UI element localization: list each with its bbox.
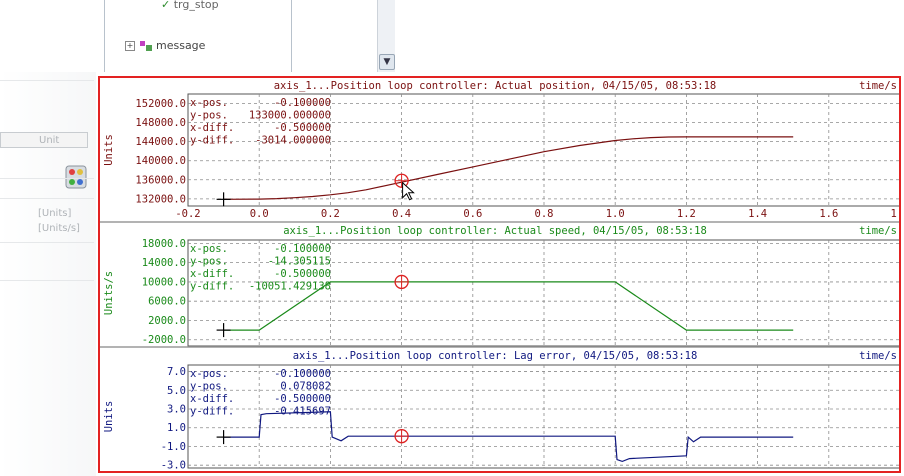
unit-label: [Units] — [38, 208, 72, 219]
y-tick-label: -1.0 — [161, 441, 186, 453]
y-tick-label: -2000.0 — [142, 334, 186, 346]
y-axis-label: Units/s — [103, 271, 115, 315]
chart-title: axis_1...Position loop controller: Actua… — [283, 225, 707, 237]
y-axis-label: Units — [103, 134, 115, 166]
divider — [0, 242, 94, 243]
y-tick-label: 6000.0 — [148, 296, 186, 308]
y-tick-label: 144000.0 — [135, 136, 186, 148]
y-tick-label: 1.0 — [167, 422, 186, 434]
readout-label: x-diff. — [190, 122, 234, 134]
check-icon: ✓ — [161, 0, 171, 11]
readout-label: y-pos. — [190, 110, 228, 122]
readout-label: x-pos. — [190, 368, 228, 380]
y-tick-label: 3.0 — [167, 404, 186, 416]
readout-value: -10051.429138 — [249, 281, 331, 293]
divider — [0, 80, 94, 81]
readout-value: -0.415697 — [274, 406, 331, 418]
chart-panel: axis_1...Position loop controller: Actua… — [100, 221, 899, 347]
tree-item[interactable]: ✓ trg_stop — [161, 0, 281, 12]
y-tick-label: 14000.0 — [142, 257, 186, 269]
x-tick-label: 0.4 — [392, 208, 411, 220]
property-panel: Unit [Units] [Units/s] — [0, 72, 96, 476]
readout-label: x-pos. — [190, 243, 228, 255]
y-tick-label: 18000.0 — [142, 238, 186, 250]
y-tick-label: 5.0 — [167, 385, 186, 397]
chart-panel: axis_1...Position loop controller: Actua… — [103, 80, 899, 220]
readout-value: -0.500000 — [274, 393, 331, 405]
readout-value: -0.500000 — [274, 122, 331, 134]
readout-label: y-pos. — [190, 381, 228, 393]
x-tick-label: 1.2 — [677, 208, 696, 220]
readout-value: 133000.000000 — [249, 110, 331, 122]
x-tick-label: 0.6 — [463, 208, 482, 220]
readout-value: -3014.000000 — [255, 135, 331, 147]
unit-column-header[interactable]: Unit — [0, 132, 88, 148]
y-tick-label: 152000.0 — [135, 98, 186, 110]
x-tick-label: 0.2 — [321, 208, 340, 220]
scope-window[interactable]: axis_1...Position loop controller: Actua… — [98, 76, 901, 473]
chart-title: axis_1...Position loop controller: Lag e… — [293, 350, 698, 362]
readout-label: x-pos. — [190, 97, 228, 109]
y-tick-label: -3.0 — [161, 460, 186, 471]
x-axis-label: time/s — [859, 350, 897, 362]
y-tick-label: 10000.0 — [142, 276, 186, 288]
divider — [0, 198, 94, 199]
readout-label: x-diff. — [190, 393, 234, 405]
x-tick-label: 0.8 — [535, 208, 554, 220]
x-axis-label: time/s — [859, 80, 897, 92]
readout-label: y-diff. — [190, 406, 234, 418]
x-tick-label: -0.2 — [175, 208, 200, 220]
y-tick-label: 140000.0 — [135, 155, 186, 167]
x-tick-label: 1.6 — [819, 208, 838, 220]
traffic-light-icon[interactable] — [64, 164, 88, 190]
unit-label: [Units/s] — [38, 223, 80, 234]
readout-label: y-pos. — [190, 256, 228, 268]
tree-item[interactable]: + message — [125, 39, 205, 52]
y-tick-label: 132000.0 — [135, 193, 186, 205]
readout-value: -0.100000 — [274, 368, 331, 380]
x-tick-label: 1.4 — [748, 208, 767, 220]
expand-icon[interactable]: + — [125, 41, 135, 51]
x-tick-label: 0.0 — [250, 208, 269, 220]
mouse-pointer-icon — [402, 181, 415, 201]
readout-label: x-diff. — [190, 268, 234, 280]
tree-scrollbar[interactable]: ▼ — [377, 0, 395, 72]
divider — [0, 178, 94, 179]
x-tick-label: 1.0 — [606, 208, 625, 220]
chart-title: axis_1...Position loop controller: Actua… — [274, 80, 717, 92]
y-tick-label: 148000.0 — [135, 117, 186, 129]
y-tick-label: 7.0 — [167, 366, 186, 378]
series-line — [223, 411, 794, 463]
chart-panel: axis_1...Position loop controller: Lag e… — [100, 346, 899, 471]
readout-value: -0.100000 — [274, 243, 331, 255]
project-tree: ✓ trg_stop + message ▼ — [104, 0, 395, 72]
readout-value: -0.100000 — [274, 97, 331, 109]
divider — [0, 280, 94, 281]
readout-value: -0.500000 — [274, 268, 331, 280]
readout-label: y-diff. — [190, 281, 234, 293]
readout-value: -14.305115 — [268, 256, 331, 268]
readout-label: y-diff. — [190, 135, 234, 147]
readout-value: 0.078082 — [280, 381, 331, 393]
scope-plots[interactable]: axis_1...Position loop controller: Actua… — [100, 78, 899, 471]
x-axis-label: time/s — [859, 225, 897, 237]
x-tick-label: 1.8 — [891, 208, 899, 220]
message-node-icon — [139, 40, 153, 52]
y-axis-label: Units — [103, 401, 115, 433]
y-tick-label: 2000.0 — [148, 315, 186, 327]
y-tick-label: 136000.0 — [135, 174, 186, 186]
scroll-down-button[interactable]: ▼ — [379, 54, 395, 70]
